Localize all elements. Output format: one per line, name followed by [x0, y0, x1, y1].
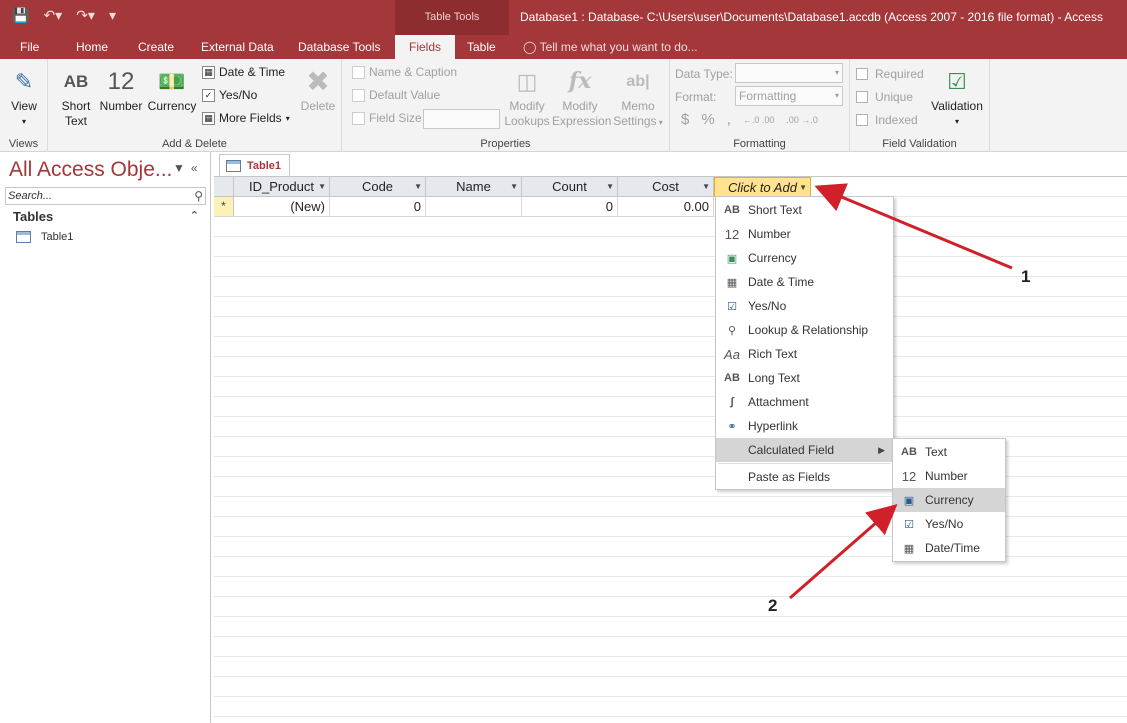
- annotation-label-2: 2: [768, 596, 778, 615]
- annotation-arrow-1: [814, 183, 1013, 270]
- annotation-arrows: [789, 183, 1013, 600]
- annotation-arrow-2: [789, 504, 898, 600]
- annotation-label-1: 1: [1021, 267, 1031, 286]
